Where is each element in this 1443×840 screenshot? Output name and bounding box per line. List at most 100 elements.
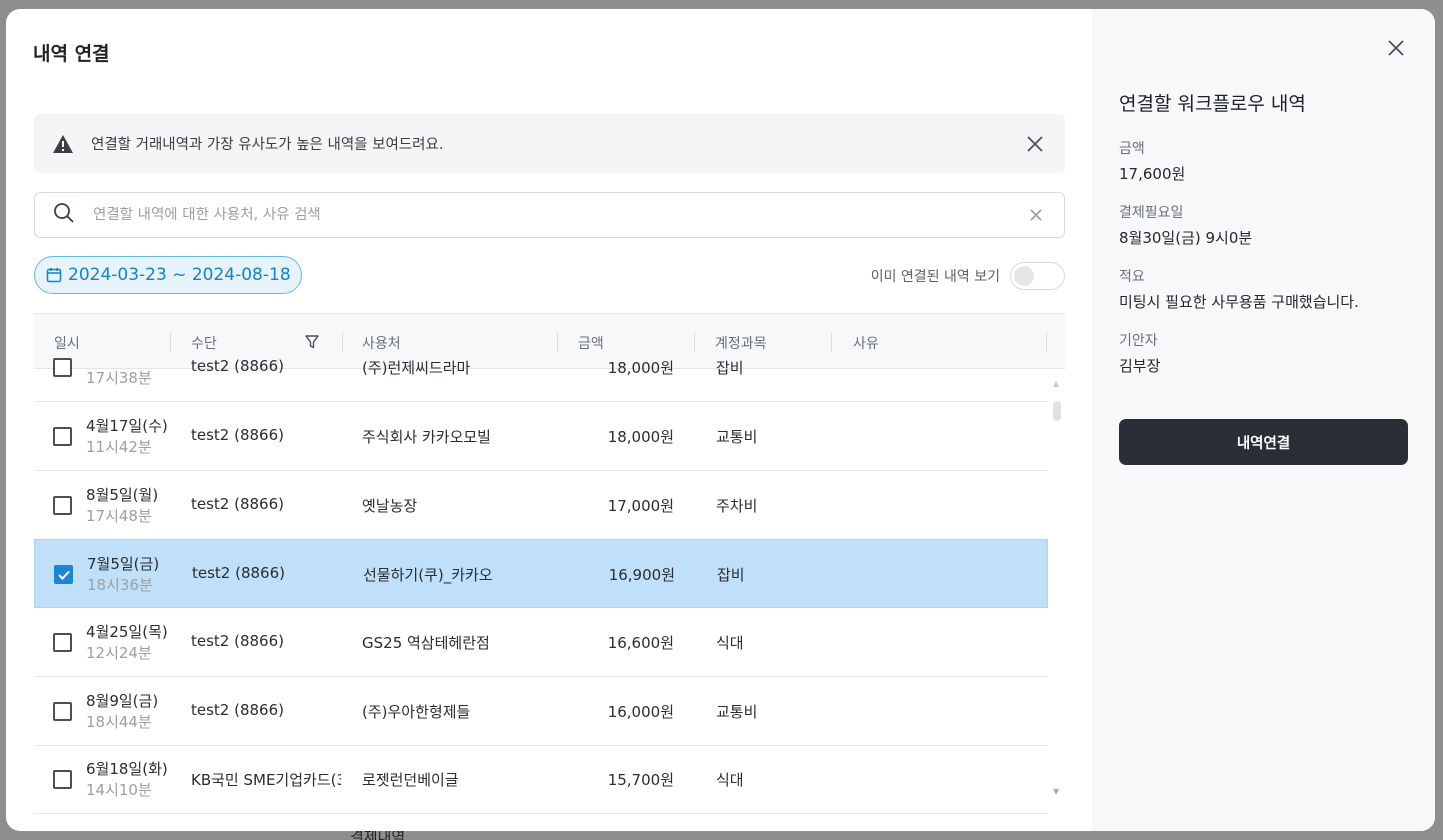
row-account: 주차비 xyxy=(716,497,758,515)
search-box xyxy=(34,192,1065,238)
row-checkbox-checked[interactable] xyxy=(54,565,73,584)
row-date: 8월9일(금) xyxy=(86,692,159,710)
row-checkbox[interactable] xyxy=(53,633,72,652)
table-scrollbar[interactable]: ▲ ▼ xyxy=(1050,373,1064,823)
row-merchant: 로젯런던베이글 xyxy=(362,771,459,789)
row-account: 교통비 xyxy=(716,428,758,446)
row-account: 잡비 xyxy=(716,359,744,377)
row-merchant: 선물하기(쿠)_카카오 xyxy=(363,566,493,584)
search-input[interactable] xyxy=(93,207,993,223)
row-datetime: 4월25일(목) 12시24분 xyxy=(86,622,168,664)
row-method: test2 (8866) xyxy=(191,426,284,444)
close-modal-icon[interactable] xyxy=(1387,39,1405,57)
notice-text: 연결할 거래내역과 가장 유사도가 높은 내역을 보여드려요. xyxy=(91,137,444,153)
row-merchant: 주식회사 카카오모빌 xyxy=(362,428,491,446)
date-range-text: 2024-03-23 ~ 2024-08-18 xyxy=(68,265,291,285)
row-account: 교통비 xyxy=(716,703,758,721)
modal-title: 내역 연결 xyxy=(33,43,110,65)
warning-icon xyxy=(52,133,74,155)
row-datetime: 8월5일(월) 17시48분 xyxy=(86,485,158,527)
table-row[interactable]: 6월18일(화) 14시10분 KB국민 SME기업카드(3 로젯런던베이글 1… xyxy=(34,745,1048,814)
drafter-label: 기안자 xyxy=(1119,333,1158,349)
row-merchant: 옛날농장 xyxy=(362,497,418,515)
row-amount: 17,000원 xyxy=(607,497,674,515)
row-time: 12시24분 xyxy=(86,644,152,662)
calendar-icon xyxy=(46,267,62,283)
due-date-label: 결제필요일 xyxy=(1119,205,1184,221)
row-date: 4월25일(목) xyxy=(86,623,168,641)
left-pane: 내역 연결 연결할 거래내역과 가장 유사도가 높은 내역을 보여드려요. 연결… xyxy=(6,9,1092,831)
link-history-button[interactable]: 내역연결 xyxy=(1119,419,1408,465)
table-row[interactable]: 4월17일(수) 11시42분 test2 (8866) 주식회사 카카오모빌 … xyxy=(34,402,1048,471)
due-date-value: 8월30일(금) 9시0분 xyxy=(1119,229,1253,247)
link-history-modal: 내역 연결 연결할 거래내역과 가장 유사도가 높은 내역을 보여드려요. 연결… xyxy=(6,9,1435,831)
amount-label: 금액 xyxy=(1119,141,1145,157)
table-row[interactable]: 4월25일(목) 12시24분 test2 (8866) GS25 역삼테헤란점… xyxy=(34,608,1048,677)
table-row-selected[interactable]: 7월5일(금) 18시36분 test2 (8866) 선물하기(쿠)_카카오 … xyxy=(34,539,1048,608)
row-datetime: 8월9일(금) 18시44분 xyxy=(86,691,158,733)
row-datetime: 7월5일(금) 18시36분 xyxy=(87,554,159,596)
row-time: 18시36분 xyxy=(87,576,153,594)
amount-value: 17,600원 xyxy=(1119,165,1186,183)
row-time: 17시48분 xyxy=(86,507,152,525)
row-checkbox[interactable] xyxy=(53,427,72,446)
transactions-table: 일시 수단 사용처 금액 계정과목 사유 17시38분 test2 (8866)… xyxy=(34,313,1065,831)
scrollbar-thumb[interactable] xyxy=(1053,401,1061,421)
row-time: 18시44분 xyxy=(86,713,152,731)
toggle-knob xyxy=(1014,266,1034,286)
show-linked-label: 이미 연결된 내역 보기 xyxy=(870,269,1000,285)
row-amount: 16,900원 xyxy=(608,566,675,584)
row-method: test2 (8866) xyxy=(191,357,284,375)
date-range-filter[interactable]: 2024-03-23 ~ 2024-08-18 xyxy=(34,256,302,294)
memo-field: 적요 미팅시 필요한 사무용품 구매했습니다. xyxy=(1119,266,1359,312)
clear-search-icon[interactable] xyxy=(1028,207,1044,223)
row-datetime: 4월17일(수) 11시42분 xyxy=(86,416,168,458)
row-merchant: (주)우아한형제들 xyxy=(362,703,471,721)
row-method: test2 (8866) xyxy=(191,632,284,650)
row-checkbox[interactable] xyxy=(53,770,72,789)
memo-label: 적요 xyxy=(1119,269,1145,285)
memo-value: 미팅시 필요한 사무용품 구매했습니다. xyxy=(1119,293,1359,311)
row-date: 8월5일(월) xyxy=(86,486,159,504)
drafter-field: 기안자 김부장 xyxy=(1119,330,1160,376)
row-account: 식대 xyxy=(716,771,744,789)
row-account: 잡비 xyxy=(717,566,745,584)
row-method: test2 (8866) xyxy=(192,564,285,582)
scroll-down-icon[interactable]: ▼ xyxy=(1053,787,1059,796)
row-amount: 16,000원 xyxy=(607,703,674,721)
row-date xyxy=(86,347,152,368)
row-time: 11시42분 xyxy=(86,438,152,456)
row-method: KB국민 SME기업카드(3 xyxy=(191,771,341,789)
search-icon xyxy=(53,202,75,228)
show-linked-toggle-group: 이미 연결된 내역 보기 xyxy=(871,262,1065,290)
table-row[interactable]: 8월9일(금) 18시44분 test2 (8866) (주)우아한형제들 16… xyxy=(34,677,1048,746)
row-time: 14시10분 xyxy=(86,781,152,799)
checkmark-icon xyxy=(58,570,70,580)
row-method: test2 (8866) xyxy=(191,701,284,719)
workflow-detail-panel: 연결할 워크플로우 내역 금액 17,600원 결제필요일 8월30일(금) 9… xyxy=(1092,9,1435,831)
row-amount: 18,000원 xyxy=(607,359,674,377)
row-amount: 18,000원 xyxy=(607,428,674,446)
row-date: 6월18일(화) xyxy=(86,760,168,778)
notice-banner: 연결할 거래내역과 가장 유사도가 높은 내역을 보여드려요. xyxy=(34,114,1065,173)
row-merchant: GS25 역삼테헤란점 xyxy=(362,634,490,652)
row-checkbox[interactable] xyxy=(53,702,72,721)
row-checkbox[interactable] xyxy=(53,358,72,377)
row-date: 7월5일(금) xyxy=(87,555,160,573)
row-amount: 16,600원 xyxy=(607,634,674,652)
drafter-value: 김부장 xyxy=(1119,357,1161,375)
table-row[interactable]: 17시38분 test2 (8866) (주)런제씨드라마 18,000원 잡비 xyxy=(34,333,1048,402)
row-amount: 15,700원 xyxy=(607,771,674,789)
row-time: 17시38분 xyxy=(86,369,152,387)
row-account: 식대 xyxy=(716,634,744,652)
close-notice-icon[interactable] xyxy=(1025,134,1045,154)
panel-title: 연결할 워크플로우 내역 xyxy=(1119,93,1306,115)
row-merchant: (주)런제씨드라마 xyxy=(362,359,471,377)
row-method: test2 (8866) xyxy=(191,495,284,513)
table-row[interactable]: 8월5일(월) 17시48분 test2 (8866) 옛날농장 17,000원… xyxy=(34,471,1048,540)
scroll-up-icon[interactable]: ▲ xyxy=(1053,379,1059,388)
row-checkbox[interactable] xyxy=(53,496,72,515)
amount-field: 금액 17,600원 xyxy=(1119,138,1185,184)
show-linked-toggle[interactable] xyxy=(1010,262,1065,290)
row-datetime: 6월18일(화) 14시10분 xyxy=(86,759,168,801)
